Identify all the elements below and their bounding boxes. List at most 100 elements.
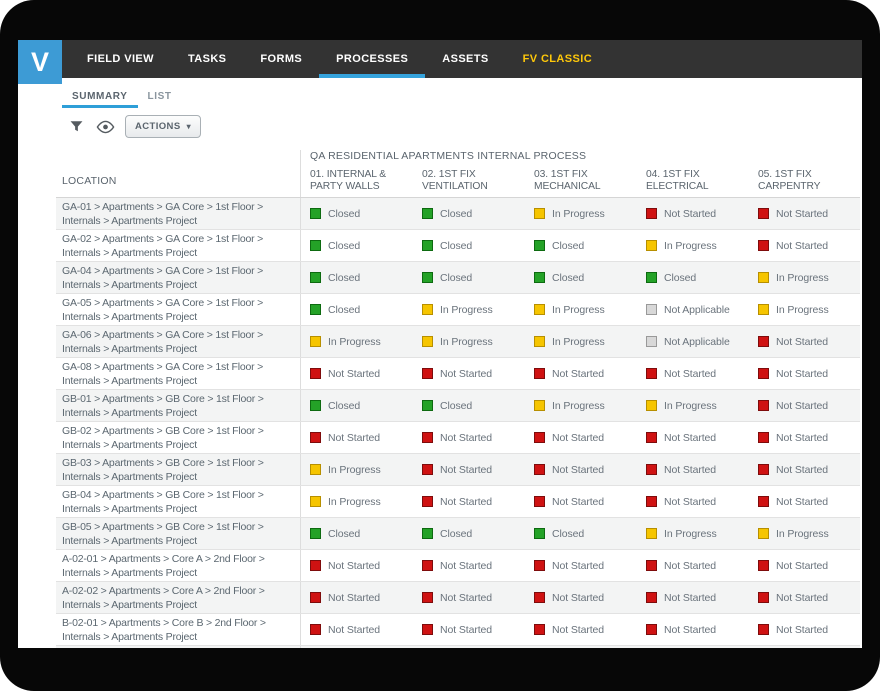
status-cell[interactable]: In Progress	[749, 518, 861, 549]
status-cell[interactable]: Closed	[301, 390, 413, 421]
status-cell[interactable]: Not Started	[637, 550, 749, 581]
status-cell[interactable]: Not Started	[301, 582, 413, 613]
filter-button[interactable]	[65, 116, 87, 138]
status-cell[interactable]: Not Started	[413, 454, 525, 485]
status-cell[interactable]: In Progress	[525, 326, 637, 357]
status-cell[interactable]: Not Started	[301, 550, 413, 581]
status-cell[interactable]: Not Started	[749, 390, 861, 421]
status-cell[interactable]: Not Started	[637, 422, 749, 453]
status-cell[interactable]: Not Started	[301, 422, 413, 453]
status-cell[interactable]: Closed	[301, 198, 413, 229]
table-row[interactable]: GB-05 > Apartments > GB Core > 1st Floor…	[56, 518, 860, 550]
status-cell[interactable]: Closed	[413, 262, 525, 293]
status-cell[interactable]: In Progress	[413, 326, 525, 357]
table-row[interactable]: GA-01 > Apartments > GA Core > 1st Floor…	[56, 198, 860, 230]
status-cell[interactable]: Not Started	[749, 550, 861, 581]
status-cell[interactable]: Not Started	[749, 198, 861, 229]
status-cell[interactable]: Not Started	[749, 454, 861, 485]
status-cell[interactable]: Not Started	[413, 582, 525, 613]
location-cell[interactable]: GA-08 > Apartments > GA Core > 1st Floor…	[56, 358, 300, 389]
status-cell[interactable]: Not Started	[525, 582, 637, 613]
status-cell[interactable]: Not Started	[749, 358, 861, 389]
location-cell[interactable]: A-02-02 > Apartments > Core A > 2nd Floo…	[56, 582, 300, 613]
status-cell[interactable]: Not Started	[525, 486, 637, 517]
status-cell[interactable]: Not Started	[413, 614, 525, 645]
table-row[interactable]: GB-04 > Apartments > GB Core > 1st Floor…	[56, 486, 860, 518]
status-cell[interactable]: Not Started	[637, 614, 749, 645]
table-row[interactable]: A-02-02 > Apartments > Core A > 2nd Floo…	[56, 582, 860, 614]
status-cell[interactable]: Closed	[413, 390, 525, 421]
status-cell[interactable]: Not Started	[749, 614, 861, 645]
nav-tab-tasks[interactable]: TASKS	[171, 40, 243, 78]
status-cell[interactable]: Not Started	[749, 582, 861, 613]
status-cell[interactable]: Not Started	[301, 614, 413, 645]
location-cell[interactable]: GB-03 > Apartments > GB Core > 1st Floor…	[56, 454, 300, 485]
status-cell[interactable]: Not Applicable	[637, 294, 749, 325]
location-cell[interactable]: GB-04 > Apartments > GB Core > 1st Floor…	[56, 486, 300, 517]
status-cell[interactable]: Not Started	[749, 422, 861, 453]
location-cell[interactable]: GB-01 > Apartments > GB Core > 1st Floor…	[56, 390, 300, 421]
actions-button[interactable]: ACTIONS ▾	[125, 115, 201, 138]
location-cell[interactable]: GA-01 > Apartments > GA Core > 1st Floor…	[56, 198, 300, 229]
status-cell[interactable]: Not Started	[525, 614, 637, 645]
status-cell[interactable]: In Progress	[301, 454, 413, 485]
table-row[interactable]: GB-01 > Apartments > GB Core > 1st Floor…	[56, 390, 860, 422]
status-cell[interactable]: Closed	[525, 262, 637, 293]
status-cell[interactable]: In Progress	[749, 294, 861, 325]
status-cell[interactable]: Not Started	[413, 550, 525, 581]
status-cell[interactable]	[525, 646, 637, 648]
status-cell[interactable]: Not Started	[525, 358, 637, 389]
status-cell[interactable]: Not Started	[413, 486, 525, 517]
location-cell[interactable]: GA-06 > Apartments > GA Core > 1st Floor…	[56, 326, 300, 357]
status-cell[interactable]: Closed	[413, 230, 525, 261]
location-cell[interactable]: GB-02 > Apartments > GB Core > 1st Floor…	[56, 422, 300, 453]
location-cell[interactable]: GA-02 > Apartments > GA Core > 1st Floor…	[56, 230, 300, 261]
nav-tab-forms[interactable]: FORMS	[243, 40, 319, 78]
table-row[interactable]: GA-05 > Apartments > GA Core > 1st Floor…	[56, 294, 860, 326]
status-cell[interactable]: Closed	[301, 230, 413, 261]
table-row[interactable]: GA-04 > Apartments > GA Core > 1st Floor…	[56, 262, 860, 294]
status-cell[interactable]: Not Started	[637, 198, 749, 229]
location-cell[interactable]: A-02-01 > Apartments > Core A > 2nd Floo…	[56, 550, 300, 581]
status-cell[interactable]: Closed	[301, 262, 413, 293]
location-cell[interactable]: B-02-02 > Apartments > Core B > 2nd Floo…	[56, 646, 300, 648]
table-row[interactable]: GA-08 > Apartments > GA Core > 1st Floor…	[56, 358, 860, 390]
status-cell[interactable]: Closed	[525, 518, 637, 549]
status-cell[interactable]: In Progress	[749, 262, 861, 293]
status-cell[interactable]: In Progress	[413, 294, 525, 325]
status-cell[interactable]	[749, 646, 861, 648]
location-cell[interactable]: B-02-01 > Apartments > Core B > 2nd Floo…	[56, 614, 300, 645]
nav-tab-processes[interactable]: PROCESSES	[319, 40, 425, 78]
location-cell[interactable]: GA-05 > Apartments > GA Core > 1st Floor…	[56, 294, 300, 325]
status-cell[interactable]: Not Started	[637, 358, 749, 389]
table-row[interactable]: GB-03 > Apartments > GB Core > 1st Floor…	[56, 454, 860, 486]
status-cell[interactable]: Not Started	[413, 422, 525, 453]
status-cell[interactable]: Closed	[525, 230, 637, 261]
status-cell[interactable]: Closed	[413, 518, 525, 549]
status-cell[interactable]: In Progress	[637, 230, 749, 261]
status-cell[interactable]	[301, 646, 413, 648]
status-cell[interactable]: Not Started	[749, 230, 861, 261]
status-cell[interactable]: Closed	[301, 294, 413, 325]
status-cell[interactable]: In Progress	[301, 326, 413, 357]
table-row[interactable]: B-02-01 > Apartments > Core B > 2nd Floo…	[56, 614, 860, 646]
table-row[interactable]: GB-02 > Apartments > GB Core > 1st Floor…	[56, 422, 860, 454]
status-cell[interactable]	[637, 646, 749, 648]
table-row[interactable]: A-02-01 > Apartments > Core A > 2nd Floo…	[56, 550, 860, 582]
nav-tab-field-view[interactable]: FIELD VIEW	[70, 40, 171, 78]
location-cell[interactable]: GA-04 > Apartments > GA Core > 1st Floor…	[56, 262, 300, 293]
status-cell[interactable]: Not Started	[637, 454, 749, 485]
subtab-list[interactable]: LIST	[138, 87, 182, 108]
status-cell[interactable]: In Progress	[637, 518, 749, 549]
status-cell[interactable]: Not Started	[413, 358, 525, 389]
status-cell[interactable]: In Progress	[637, 390, 749, 421]
status-cell[interactable]: Not Started	[525, 422, 637, 453]
status-cell[interactable]: Closed	[637, 262, 749, 293]
nav-tab-assets[interactable]: ASSETS	[425, 40, 505, 78]
status-cell[interactable]: Not Started	[637, 582, 749, 613]
status-cell[interactable]: Closed	[413, 198, 525, 229]
location-cell[interactable]: GB-05 > Apartments > GB Core > 1st Floor…	[56, 518, 300, 549]
status-cell[interactable]: Not Started	[301, 358, 413, 389]
table-row[interactable]: B-02-02 > Apartments > Core B > 2nd Floo…	[56, 646, 860, 648]
status-cell[interactable]: Not Started	[637, 486, 749, 517]
